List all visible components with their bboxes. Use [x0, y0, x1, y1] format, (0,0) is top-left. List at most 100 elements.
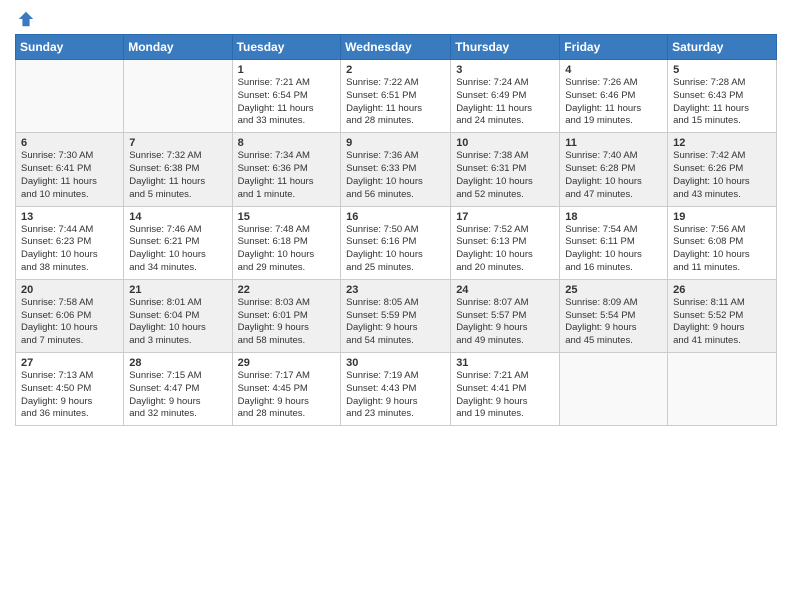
calendar-cell: 8Sunrise: 7:34 AM Sunset: 6:36 PM Daylig…: [232, 133, 341, 206]
calendar-cell: 6Sunrise: 7:30 AM Sunset: 6:41 PM Daylig…: [16, 133, 124, 206]
calendar-header-tuesday: Tuesday: [232, 35, 341, 60]
day-number: 23: [346, 284, 445, 296]
day-number: 15: [238, 211, 336, 223]
day-info: Sunrise: 7:44 AM Sunset: 6:23 PM Dayligh…: [21, 224, 118, 275]
day-info: Sunrise: 8:07 AM Sunset: 5:57 PM Dayligh…: [456, 297, 554, 348]
calendar-week-1: 6Sunrise: 7:30 AM Sunset: 6:41 PM Daylig…: [16, 133, 777, 206]
day-info: Sunrise: 7:36 AM Sunset: 6:33 PM Dayligh…: [346, 150, 445, 201]
calendar-cell: 30Sunrise: 7:19 AM Sunset: 4:43 PM Dayli…: [341, 353, 451, 426]
day-info: Sunrise: 8:03 AM Sunset: 6:01 PM Dayligh…: [238, 297, 336, 348]
day-info: Sunrise: 7:21 AM Sunset: 6:54 PM Dayligh…: [238, 77, 336, 128]
day-info: Sunrise: 7:17 AM Sunset: 4:45 PM Dayligh…: [238, 370, 336, 421]
calendar-cell: 23Sunrise: 8:05 AM Sunset: 5:59 PM Dayli…: [341, 279, 451, 352]
day-info: Sunrise: 7:46 AM Sunset: 6:21 PM Dayligh…: [129, 224, 226, 275]
calendar-header-sunday: Sunday: [16, 35, 124, 60]
day-info: Sunrise: 7:32 AM Sunset: 6:38 PM Dayligh…: [129, 150, 226, 201]
calendar-week-0: 1Sunrise: 7:21 AM Sunset: 6:54 PM Daylig…: [16, 60, 777, 133]
calendar-week-3: 20Sunrise: 7:58 AM Sunset: 6:06 PM Dayli…: [16, 279, 777, 352]
day-number: 29: [238, 357, 336, 369]
day-info: Sunrise: 7:13 AM Sunset: 4:50 PM Dayligh…: [21, 370, 118, 421]
calendar-cell: 15Sunrise: 7:48 AM Sunset: 6:18 PM Dayli…: [232, 206, 341, 279]
day-number: 12: [673, 137, 771, 149]
header: [15, 10, 777, 28]
calendar-cell: 26Sunrise: 8:11 AM Sunset: 5:52 PM Dayli…: [668, 279, 777, 352]
day-info: Sunrise: 7:22 AM Sunset: 6:51 PM Dayligh…: [346, 77, 445, 128]
calendar-cell: 21Sunrise: 8:01 AM Sunset: 6:04 PM Dayli…: [124, 279, 232, 352]
day-info: Sunrise: 8:11 AM Sunset: 5:52 PM Dayligh…: [673, 297, 771, 348]
calendar-cell: 27Sunrise: 7:13 AM Sunset: 4:50 PM Dayli…: [16, 353, 124, 426]
day-number: 5: [673, 64, 771, 76]
day-number: 6: [21, 137, 118, 149]
day-number: 28: [129, 357, 226, 369]
calendar-cell: [668, 353, 777, 426]
calendar-cell: 5Sunrise: 7:28 AM Sunset: 6:43 PM Daylig…: [668, 60, 777, 133]
calendar-cell: 13Sunrise: 7:44 AM Sunset: 6:23 PM Dayli…: [16, 206, 124, 279]
day-info: Sunrise: 7:38 AM Sunset: 6:31 PM Dayligh…: [456, 150, 554, 201]
day-info: Sunrise: 7:48 AM Sunset: 6:18 PM Dayligh…: [238, 224, 336, 275]
day-info: Sunrise: 8:09 AM Sunset: 5:54 PM Dayligh…: [565, 297, 662, 348]
day-number: 2: [346, 64, 445, 76]
calendar-cell: 9Sunrise: 7:36 AM Sunset: 6:33 PM Daylig…: [341, 133, 451, 206]
calendar-cell: [560, 353, 668, 426]
day-number: 21: [129, 284, 226, 296]
day-number: 17: [456, 211, 554, 223]
calendar-cell: 20Sunrise: 7:58 AM Sunset: 6:06 PM Dayli…: [16, 279, 124, 352]
day-number: 7: [129, 137, 226, 149]
day-number: 8: [238, 137, 336, 149]
calendar-cell: 18Sunrise: 7:54 AM Sunset: 6:11 PM Dayli…: [560, 206, 668, 279]
calendar-header-monday: Monday: [124, 35, 232, 60]
day-info: Sunrise: 7:56 AM Sunset: 6:08 PM Dayligh…: [673, 224, 771, 275]
day-info: Sunrise: 8:01 AM Sunset: 6:04 PM Dayligh…: [129, 297, 226, 348]
day-info: Sunrise: 7:30 AM Sunset: 6:41 PM Dayligh…: [21, 150, 118, 201]
day-info: Sunrise: 7:54 AM Sunset: 6:11 PM Dayligh…: [565, 224, 662, 275]
day-number: 25: [565, 284, 662, 296]
day-info: Sunrise: 7:24 AM Sunset: 6:49 PM Dayligh…: [456, 77, 554, 128]
calendar-cell: [16, 60, 124, 133]
calendar-header-friday: Friday: [560, 35, 668, 60]
calendar-cell: 29Sunrise: 7:17 AM Sunset: 4:45 PM Dayli…: [232, 353, 341, 426]
calendar-cell: 16Sunrise: 7:50 AM Sunset: 6:16 PM Dayli…: [341, 206, 451, 279]
day-info: Sunrise: 7:15 AM Sunset: 4:47 PM Dayligh…: [129, 370, 226, 421]
calendar-cell: 17Sunrise: 7:52 AM Sunset: 6:13 PM Dayli…: [451, 206, 560, 279]
day-number: 26: [673, 284, 771, 296]
calendar-cell: 24Sunrise: 8:07 AM Sunset: 5:57 PM Dayli…: [451, 279, 560, 352]
day-number: 27: [21, 357, 118, 369]
day-info: Sunrise: 7:26 AM Sunset: 6:46 PM Dayligh…: [565, 77, 662, 128]
calendar-week-4: 27Sunrise: 7:13 AM Sunset: 4:50 PM Dayli…: [16, 353, 777, 426]
day-number: 30: [346, 357, 445, 369]
calendar-cell: 28Sunrise: 7:15 AM Sunset: 4:47 PM Dayli…: [124, 353, 232, 426]
calendar-cell: 22Sunrise: 8:03 AM Sunset: 6:01 PM Dayli…: [232, 279, 341, 352]
day-number: 18: [565, 211, 662, 223]
logo-icon: [17, 10, 35, 28]
calendar-cell: 25Sunrise: 8:09 AM Sunset: 5:54 PM Dayli…: [560, 279, 668, 352]
day-info: Sunrise: 7:52 AM Sunset: 6:13 PM Dayligh…: [456, 224, 554, 275]
day-info: Sunrise: 7:50 AM Sunset: 6:16 PM Dayligh…: [346, 224, 445, 275]
day-number: 24: [456, 284, 554, 296]
day-number: 1: [238, 64, 336, 76]
day-info: Sunrise: 7:42 AM Sunset: 6:26 PM Dayligh…: [673, 150, 771, 201]
day-number: 16: [346, 211, 445, 223]
day-number: 20: [21, 284, 118, 296]
day-number: 22: [238, 284, 336, 296]
day-number: 19: [673, 211, 771, 223]
calendar-week-2: 13Sunrise: 7:44 AM Sunset: 6:23 PM Dayli…: [16, 206, 777, 279]
calendar-cell: 7Sunrise: 7:32 AM Sunset: 6:38 PM Daylig…: [124, 133, 232, 206]
day-number: 13: [21, 211, 118, 223]
day-number: 3: [456, 64, 554, 76]
day-info: Sunrise: 7:21 AM Sunset: 4:41 PM Dayligh…: [456, 370, 554, 421]
day-number: 11: [565, 137, 662, 149]
calendar-header-row: SundayMondayTuesdayWednesdayThursdayFrid…: [16, 35, 777, 60]
calendar-cell: 4Sunrise: 7:26 AM Sunset: 6:46 PM Daylig…: [560, 60, 668, 133]
calendar-cell: 3Sunrise: 7:24 AM Sunset: 6:49 PM Daylig…: [451, 60, 560, 133]
calendar-header-wednesday: Wednesday: [341, 35, 451, 60]
calendar-cell: 1Sunrise: 7:21 AM Sunset: 6:54 PM Daylig…: [232, 60, 341, 133]
page: SundayMondayTuesdayWednesdayThursdayFrid…: [0, 0, 792, 612]
calendar-cell: 10Sunrise: 7:38 AM Sunset: 6:31 PM Dayli…: [451, 133, 560, 206]
logo: [15, 10, 35, 28]
calendar-cell: 19Sunrise: 7:56 AM Sunset: 6:08 PM Dayli…: [668, 206, 777, 279]
calendar-header-saturday: Saturday: [668, 35, 777, 60]
day-info: Sunrise: 7:28 AM Sunset: 6:43 PM Dayligh…: [673, 77, 771, 128]
calendar-cell: 11Sunrise: 7:40 AM Sunset: 6:28 PM Dayli…: [560, 133, 668, 206]
calendar-header-thursday: Thursday: [451, 35, 560, 60]
day-info: Sunrise: 7:58 AM Sunset: 6:06 PM Dayligh…: [21, 297, 118, 348]
